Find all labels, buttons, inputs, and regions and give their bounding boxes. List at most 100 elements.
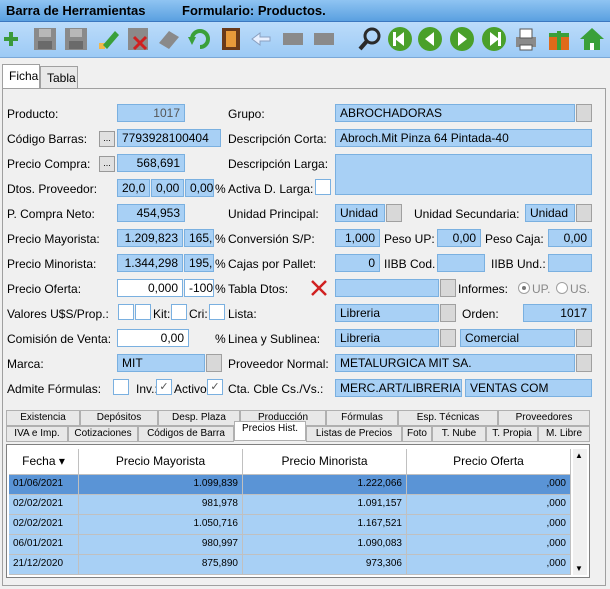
producto-field[interactable]: 1017: [117, 104, 185, 122]
subtab-proveedores[interactable]: Proveedores: [498, 410, 590, 426]
unidad-secundaria-field[interactable]: Unidad: [525, 204, 575, 222]
compra-neto-field[interactable]: 454,953: [117, 204, 185, 222]
subtab-esp-tecnicas[interactable]: Esp. Técnicas: [398, 410, 498, 426]
last-icon[interactable]: [480, 25, 508, 53]
desc-corta-field[interactable]: Abroch.Mit Pinza 64 Pintada-40: [335, 129, 592, 147]
proveedor-dropdown[interactable]: [576, 354, 592, 372]
cell-oferta[interactable]: ,000: [407, 515, 571, 535]
back-icon[interactable]: [248, 25, 276, 53]
precio-oferta-field[interactable]: 0,000: [117, 279, 183, 297]
next-icon[interactable]: [448, 25, 476, 53]
informes-up-radio[interactable]: [518, 282, 530, 294]
unidad-principal-field[interactable]: Unidad: [335, 204, 385, 222]
cell-mayorista[interactable]: 1.050,716: [79, 515, 243, 535]
precio-mayorista-field[interactable]: 1.209,823: [117, 229, 183, 247]
cta-ventas-field[interactable]: VENTAS COM: [465, 379, 592, 397]
cell-fecha[interactable]: 02/02/2021: [9, 495, 79, 515]
tab-tabla[interactable]: Tabla: [40, 66, 78, 88]
marca-dropdown[interactable]: [206, 354, 222, 372]
peso-caja-field[interactable]: 0,00: [548, 229, 592, 247]
tab-ficha[interactable]: Ficha: [2, 64, 40, 88]
cta-compras-field[interactable]: MERC.ART/LIBRERIA: [335, 379, 462, 397]
first-icon[interactable]: [386, 25, 414, 53]
cell-mayorista[interactable]: 1.099,839: [79, 475, 243, 495]
comision-field[interactable]: 0,00: [117, 329, 189, 347]
conversion-field[interactable]: 1,000: [335, 229, 380, 247]
cell-minorista[interactable]: 1.091,157: [243, 495, 407, 515]
tabla-dtos-field[interactable]: [335, 279, 439, 297]
delete-icon[interactable]: [124, 25, 152, 53]
prev-icon[interactable]: [416, 25, 444, 53]
film-icon[interactable]: [217, 25, 245, 53]
desc-larga-field[interactable]: [335, 154, 592, 195]
informes-us-radio[interactable]: [556, 282, 568, 294]
blank2-icon[interactable]: [310, 25, 338, 53]
codigo-barras-field[interactable]: 7793928100404: [117, 129, 221, 147]
grid-scrollbar[interactable]: ▲ ▼: [573, 449, 587, 575]
dto1-field[interactable]: 20,0: [117, 179, 150, 197]
header-fecha[interactable]: Fecha ▾: [9, 449, 79, 475]
grupo-dropdown[interactable]: [576, 104, 592, 122]
subtab-desp-plaza[interactable]: Desp. Plaza: [158, 410, 240, 426]
subtab-foto[interactable]: Foto: [402, 426, 432, 442]
kit-checkbox[interactable]: [171, 304, 187, 320]
cell-oferta[interactable]: ,000: [407, 535, 571, 555]
save-icon[interactable]: [31, 25, 59, 53]
gift-icon[interactable]: [545, 25, 573, 53]
clear-x-icon[interactable]: [308, 277, 330, 299]
formulas-checkbox[interactable]: [113, 379, 129, 395]
edit-icon[interactable]: [93, 25, 121, 53]
subtab-t-nube[interactable]: T. Nube: [432, 426, 486, 442]
subtab-m-libre[interactable]: M. Libre: [538, 426, 590, 442]
cell-minorista[interactable]: 1.222,066: [243, 475, 407, 495]
printer-icon[interactable]: [512, 25, 540, 53]
linea-dropdown[interactable]: [440, 329, 456, 347]
activo-checkbox[interactable]: ✓: [207, 379, 223, 395]
lista-dropdown[interactable]: [440, 304, 456, 322]
refresh-icon[interactable]: [186, 25, 214, 53]
cell-mayorista[interactable]: 875,890: [79, 555, 243, 575]
cell-fecha[interactable]: 06/01/2021: [9, 535, 79, 555]
cell-mayorista[interactable]: 980,997: [79, 535, 243, 555]
cell-oferta[interactable]: ,000: [407, 555, 571, 575]
minorista-pct-field[interactable]: 195,: [184, 254, 214, 272]
linea-field[interactable]: Libreria: [335, 329, 439, 347]
home-icon[interactable]: [578, 25, 606, 53]
save-all-icon[interactable]: [62, 25, 90, 53]
subtab-existencia[interactable]: Existencia: [6, 410, 80, 426]
unidad-principal-dropdown[interactable]: [386, 204, 402, 222]
sublinea-dropdown[interactable]: [576, 329, 592, 347]
cell-minorista[interactable]: 1.090,083: [243, 535, 407, 555]
tabla-dtos-dropdown[interactable]: [440, 279, 456, 297]
mayorista-pct-field[interactable]: 165,: [184, 229, 214, 247]
orden-field[interactable]: 1017: [523, 304, 592, 322]
subtab-iva[interactable]: IVA e Imp.: [6, 426, 68, 442]
header-precio-minorista[interactable]: Precio Minorista: [243, 449, 407, 475]
sublinea-field[interactable]: Comercial: [460, 329, 575, 347]
precio-compra-button[interactable]: ...: [99, 156, 115, 172]
inv-checkbox[interactable]: ✓: [156, 379, 172, 395]
grupo-field[interactable]: ABROCHADORAS: [335, 104, 575, 122]
marca-field[interactable]: MIT: [117, 354, 205, 372]
cell-oferta[interactable]: ,000: [407, 475, 571, 495]
scroll-down-icon[interactable]: ▼: [575, 564, 583, 573]
valores-prop-checkbox[interactable]: [135, 304, 151, 320]
precio-compra-field[interactable]: 568,691: [117, 154, 185, 172]
oferta-pct-field[interactable]: -100: [184, 279, 214, 297]
codigo-barras-button[interactable]: ...: [99, 131, 115, 147]
add-icon[interactable]: [0, 25, 28, 53]
cri-checkbox[interactable]: [209, 304, 225, 320]
precio-minorista-field[interactable]: 1.344,298: [117, 254, 183, 272]
header-precio-mayorista[interactable]: Precio Mayorista: [79, 449, 243, 475]
subtab-codigos-barra[interactable]: Códigos de Barra: [138, 426, 234, 442]
subtab-depositos[interactable]: Depósitos: [80, 410, 158, 426]
iibb-cod-field[interactable]: [437, 254, 485, 272]
cell-minorista[interactable]: 1.167,521: [243, 515, 407, 535]
iibb-und-field[interactable]: [548, 254, 592, 272]
proveedor-field[interactable]: METALURGICA MIT SA.: [335, 354, 575, 372]
scroll-up-icon[interactable]: ▲: [575, 451, 583, 460]
lista-field[interactable]: Libreria: [335, 304, 439, 322]
subtab-formulas[interactable]: Fórmulas: [326, 410, 398, 426]
cell-oferta[interactable]: ,000: [407, 495, 571, 515]
blank-icon[interactable]: [279, 25, 307, 53]
